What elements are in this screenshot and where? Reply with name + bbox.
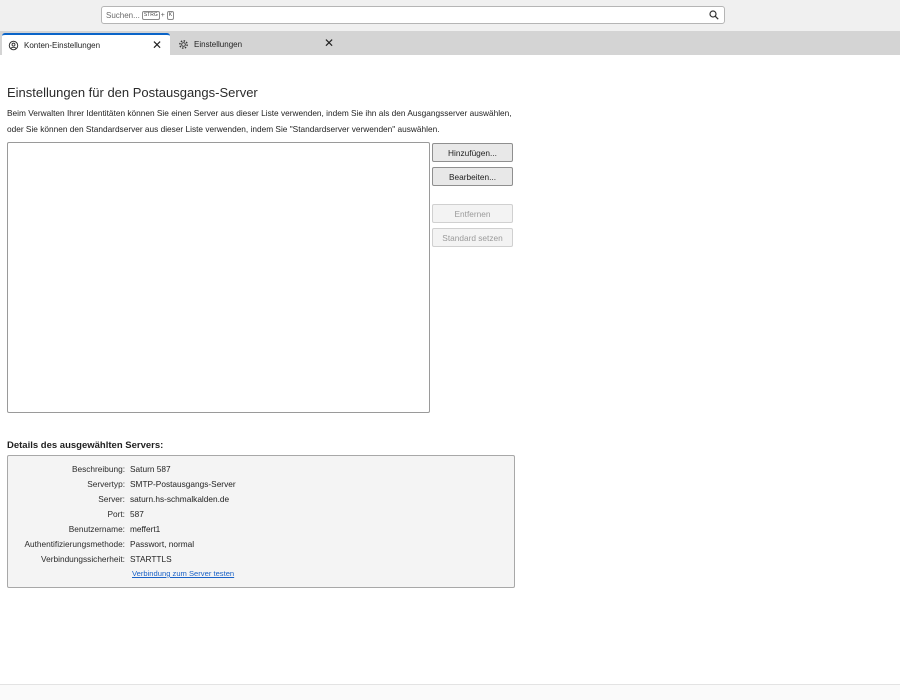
tab-strip: Konten-Einstellungen ✕ Einstellungen ✕ <box>0 31 900 55</box>
close-tab-button[interactable]: ✕ <box>152 38 162 52</box>
edit-server-button[interactable]: Bearbeiten... <box>432 167 513 186</box>
add-server-button[interactable]: Hinzufügen... <box>432 143 513 162</box>
page-title: Einstellungen für den Postausgangs-Serve… <box>7 85 258 100</box>
detail-value: meffert1 <box>130 524 161 534</box>
shortcut-key-ctrl: STRG <box>141 10 160 20</box>
search-icon[interactable] <box>709 10 719 20</box>
detail-value: STARTTLS <box>130 554 172 564</box>
top-toolbar: Suchen... STRG + K <box>0 0 900 31</box>
detail-row-security: Verbindungssicherheit: STARTTLS <box>8 554 516 569</box>
detail-label: Server: <box>98 494 125 504</box>
detail-label: Authentifizierungsmethode: <box>24 539 125 549</box>
tab-label: Einstellungen <box>194 39 243 49</box>
detail-value: saturn.hs-schmalkalden.de <box>130 494 230 504</box>
detail-label: Beschreibung: <box>71 464 125 474</box>
tab-settings[interactable]: Einstellungen ✕ <box>172 33 342 55</box>
account-settings-icon <box>8 40 19 50</box>
detail-row-server: Server: saturn.hs-schmalkalden.de <box>8 494 516 509</box>
detail-row-username: Benutzername: meffert1 <box>8 524 516 539</box>
gear-icon <box>179 39 188 49</box>
search-input[interactable]: Suchen... STRG + K <box>101 6 725 24</box>
detail-row-auth-method: Authentifizierungsmethode: Passwort, nor… <box>8 539 516 554</box>
server-list[interactable] <box>7 142 430 413</box>
detail-label: Servertyp: <box>87 479 125 489</box>
detail-label: Benutzername: <box>68 524 125 534</box>
detail-value: Passwort, normal <box>130 539 195 549</box>
details-heading: Details des ausgewählten Servers: <box>7 440 164 451</box>
test-connection-link[interactable]: Verbindung zum Server testen <box>132 569 234 578</box>
detail-row-servertype: Servertyp: SMTP-Postausgangs-Server <box>8 479 516 494</box>
detail-value: SMTP-Postausgangs-Server <box>130 479 236 489</box>
search-placeholder: Suchen... <box>106 10 140 20</box>
status-bar <box>0 684 900 700</box>
server-details-panel: Beschreibung: Saturn 587 Servertyp: SMTP… <box>7 455 515 588</box>
close-tab-button[interactable]: ✕ <box>324 36 334 50</box>
page-description: Beim Verwalten Ihrer Identitäten können … <box>7 108 512 134</box>
shortcut-plus: + <box>160 11 165 19</box>
tab-label: Konten-Einstellungen <box>24 40 101 50</box>
detail-label: Verbindungssicherheit: <box>41 554 125 564</box>
detail-value: 587 <box>130 509 144 519</box>
detail-row-description: Beschreibung: Saturn 587 <box>8 464 516 479</box>
tab-account-settings[interactable]: Konten-Einstellungen ✕ <box>2 33 170 55</box>
set-default-button[interactable]: Standard setzen <box>432 228 513 247</box>
detail-label: Port: <box>107 509 125 519</box>
detail-row-port: Port: 587 <box>8 509 516 524</box>
detail-value: Saturn 587 <box>130 464 171 474</box>
shortcut-key-k: K <box>166 10 175 20</box>
remove-server-button[interactable]: Entfernen <box>432 204 513 223</box>
